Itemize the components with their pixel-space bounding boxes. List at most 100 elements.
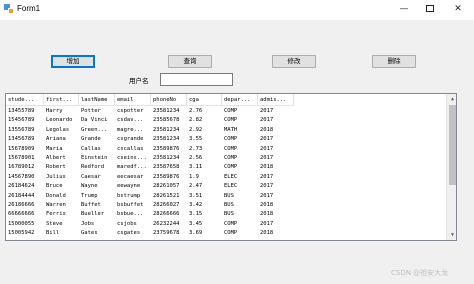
table-cell[interactable]: Einstein: [79, 154, 115, 163]
table-cell[interactable]: Leonardo: [44, 116, 79, 125]
table-cell[interactable]: COMP: [222, 145, 258, 154]
table-row[interactable]: 26186666 Warren Buffet bsbuffet 28266027 3.42…: [6, 201, 446, 210]
table-cell[interactable]: 2017: [258, 154, 294, 163]
table-cell[interactable]: 23581234: [151, 154, 187, 163]
close-button[interactable]: ✕: [446, 0, 470, 20]
table-cell[interactable]: 26232244: [151, 220, 187, 229]
table-cell[interactable]: csgates: [115, 229, 151, 238]
table-cell[interactable]: 2018: [258, 229, 294, 238]
table-cell[interactable]: 3.11: [187, 163, 222, 172]
table-cell[interactable]: 26184624: [6, 182, 44, 191]
table-cell[interactable]: maredf...: [115, 163, 151, 172]
table-cell[interactable]: bsbuffet: [115, 201, 151, 210]
table-cell[interactable]: 2.47: [187, 182, 222, 191]
table-cell[interactable]: 26184444: [6, 192, 44, 201]
table-cell[interactable]: 13456789: [6, 135, 44, 144]
table-cell[interactable]: Warren: [44, 201, 79, 210]
column-header[interactable]: depar...: [222, 94, 258, 106]
table-cell[interactable]: 23581234: [151, 107, 187, 116]
table-cell[interactable]: 23585678: [151, 116, 187, 125]
scroll-up-icon[interactable]: ▲: [447, 94, 456, 104]
table-cell[interactable]: 28261057: [151, 182, 187, 191]
table-cell[interactable]: Maria: [44, 145, 79, 154]
table-cell[interactable]: Callas: [79, 145, 115, 154]
vertical-scrollbar[interactable]: ▲ ▼: [446, 94, 456, 240]
table-cell[interactable]: Gates: [79, 229, 115, 238]
table-cell[interactable]: 2018: [258, 201, 294, 210]
table-cell[interactable]: BUS: [222, 210, 258, 219]
table-cell[interactable]: Jobs: [79, 220, 115, 229]
username-input[interactable]: [160, 73, 233, 86]
table-row[interactable]: 16789012 Robert Redford maredf... 23587658 3.…: [6, 163, 446, 172]
table-cell[interactable]: 2.73: [187, 145, 222, 154]
column-header[interactable]: lastName: [79, 94, 115, 106]
table-cell[interactable]: 2017: [258, 107, 294, 116]
table-cell[interactable]: 2017: [258, 220, 294, 229]
table-row[interactable]: 15678901 Albert Einstein cseins... 23581234 2…: [6, 154, 446, 163]
table-cell[interactable]: eecaesar: [115, 173, 151, 182]
data-grid[interactable]: stude... first... lastName email phoneNo cga d…: [5, 93, 457, 241]
table-cell[interactable]: 2.82: [187, 116, 222, 125]
table-cell[interactable]: 15678901: [6, 154, 44, 163]
edit-button[interactable]: 修改: [272, 55, 316, 68]
column-header[interactable]: email: [115, 94, 151, 106]
table-cell[interactable]: Harry: [44, 107, 79, 116]
table-cell[interactable]: Caesar: [79, 173, 115, 182]
table-cell[interactable]: 3.51: [187, 192, 222, 201]
table-cell[interactable]: Wayne: [79, 182, 115, 191]
table-cell[interactable]: 23589876: [151, 145, 187, 154]
query-button[interactable]: 查询: [168, 55, 212, 68]
table-cell[interactable]: Bruce: [44, 182, 79, 191]
column-header[interactable]: admis...: [258, 94, 294, 106]
column-header[interactable]: stude...: [6, 94, 44, 106]
table-cell[interactable]: 14567890: [6, 173, 44, 182]
table-cell[interactable]: 15456789: [6, 116, 44, 125]
table-cell[interactable]: 23587658: [151, 163, 187, 172]
table-cell[interactable]: 3.15: [187, 210, 222, 219]
table-cell[interactable]: MATH: [222, 126, 258, 135]
table-cell[interactable]: 26186666: [6, 201, 44, 210]
table-cell[interactable]: Robert: [44, 163, 79, 172]
table-cell[interactable]: COMP: [222, 163, 258, 172]
delete-button[interactable]: 删除: [372, 55, 416, 68]
table-cell[interactable]: COMP: [222, 229, 258, 238]
column-header[interactable]: first...: [44, 94, 79, 106]
table-cell[interactable]: 28266666: [151, 210, 187, 219]
table-row[interactable]: 15000055 Steve Jobs csjobs 26232244 3.45 COMP 2…: [6, 220, 446, 229]
table-cell[interactable]: 2.92: [187, 126, 222, 135]
table-cell[interactable]: 28266027: [151, 201, 187, 210]
table-cell[interactable]: 3.45: [187, 220, 222, 229]
table-cell[interactable]: ELEC: [222, 173, 258, 182]
table-cell[interactable]: 2018: [258, 163, 294, 172]
table-row[interactable]: 14567890 Julius Caesar eecaesar 23589876 1.9 E…: [6, 173, 446, 182]
table-cell[interactable]: Buffet: [79, 201, 115, 210]
column-header[interactable]: cga: [187, 94, 222, 106]
table-cell[interactable]: 28261521: [151, 192, 187, 201]
table-cell[interactable]: csdav...: [115, 116, 151, 125]
table-cell[interactable]: 23581234: [151, 126, 187, 135]
table-cell[interactable]: 1.9: [187, 173, 222, 182]
table-row[interactable]: 13455789 Harry Potter cspotter 23581234 2.76 C…: [6, 107, 446, 116]
table-cell[interactable]: csgrande: [115, 135, 151, 144]
table-cell[interactable]: 2017: [258, 192, 294, 201]
table-row[interactable]: 13456789 Ariana Grande csgrande 23581234 3.55…: [6, 135, 446, 144]
table-cell[interactable]: eewayne: [115, 182, 151, 191]
table-cell[interactable]: Ariana: [44, 135, 79, 144]
table-cell[interactable]: 3.69: [187, 229, 222, 238]
table-cell[interactable]: 2017: [258, 173, 294, 182]
table-cell[interactable]: 3.42: [187, 201, 222, 210]
table-cell[interactable]: Da Vinci: [79, 116, 115, 125]
table-cell[interactable]: Steve: [44, 220, 79, 229]
table-cell[interactable]: COMP: [222, 135, 258, 144]
table-cell[interactable]: Legolas: [44, 126, 79, 135]
table-cell[interactable]: COMP: [222, 116, 258, 125]
table-cell[interactable]: cspotter: [115, 107, 151, 116]
table-cell[interactable]: 2018: [258, 126, 294, 135]
table-row[interactable]: 26184444 Donald Trump bstrump 28261521 3.51 BU…: [6, 192, 446, 201]
table-cell[interactable]: 2017: [258, 116, 294, 125]
table-cell[interactable]: Albert: [44, 154, 79, 163]
table-cell[interactable]: 23759678: [151, 229, 187, 238]
table-cell[interactable]: COMP: [222, 220, 258, 229]
table-cell[interactable]: 66666666: [6, 210, 44, 219]
table-cell[interactable]: 3.55: [187, 135, 222, 144]
